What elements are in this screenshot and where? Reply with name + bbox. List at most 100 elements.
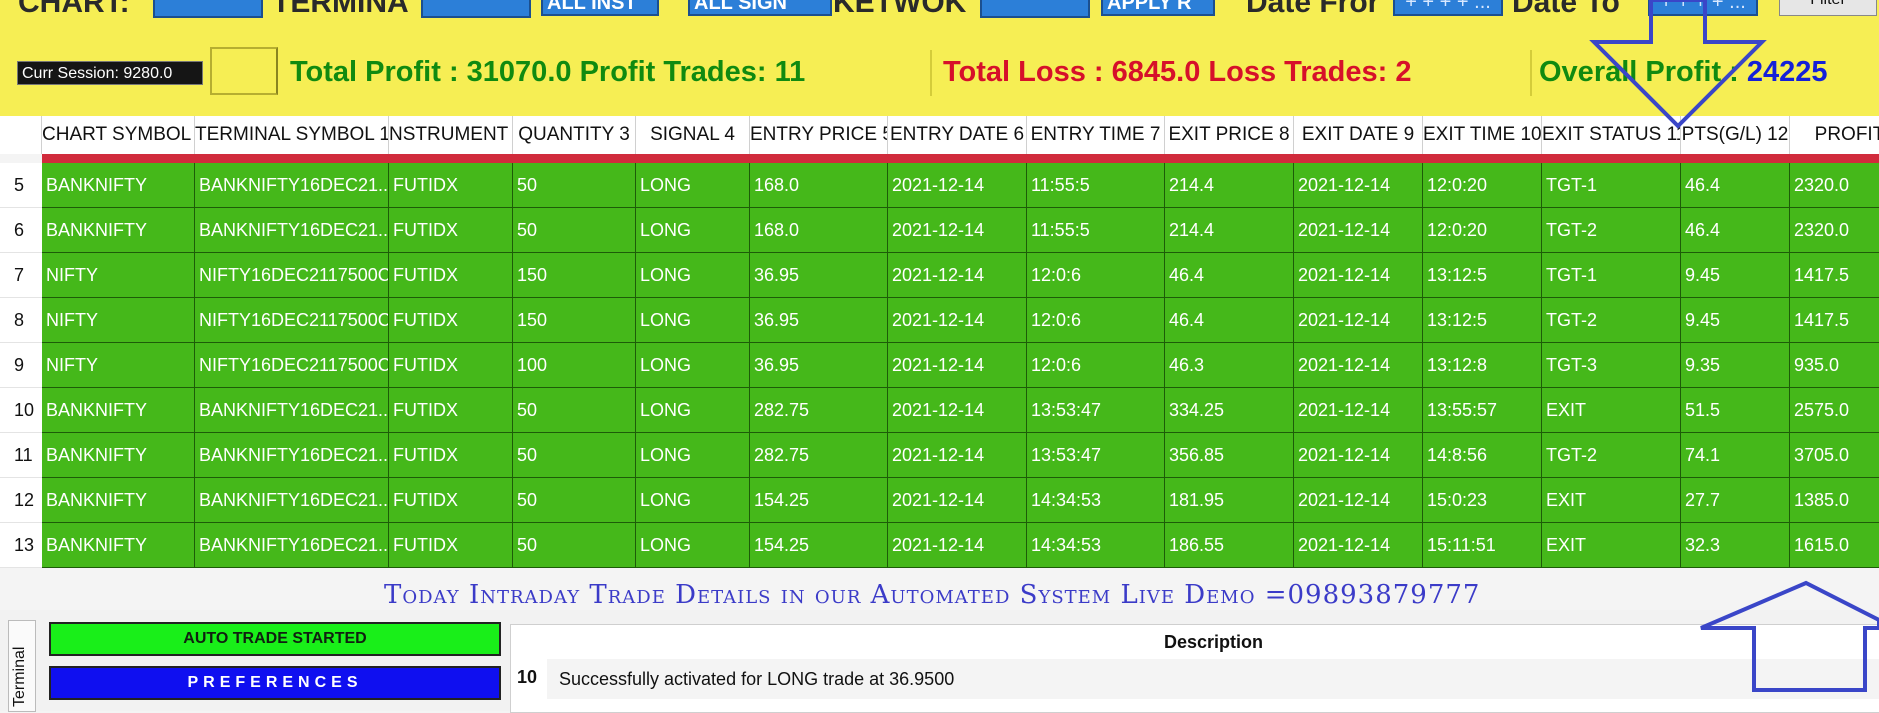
- table-cell: 50: [513, 208, 636, 253]
- table-cell: LONG: [636, 298, 750, 343]
- column-header[interactable]: EXIT TIME 10: [1423, 116, 1542, 154]
- table-cell: 15:11:51: [1423, 523, 1542, 568]
- table-cell: 1385.0: [1790, 478, 1879, 523]
- table-cell: 74.1: [1681, 433, 1790, 478]
- table-cell: 935.0: [1790, 343, 1879, 388]
- column-header[interactable]: TERMINAL SYMBOL 1: [195, 116, 389, 154]
- table-row[interactable]: BANKNIFTY BANKNIFTY16DEC21... FUTIDX 50 LONG…: [42, 433, 1879, 478]
- chart-label: CHART:: [18, 0, 130, 19]
- table-cell: 32.3: [1681, 523, 1790, 568]
- row-number: 12: [0, 478, 42, 523]
- table-row[interactable]: NIFTY NIFTY16DEC2117500CE FUTIDX 100 LONG 36.…: [42, 343, 1879, 388]
- table-cell: EXIT: [1542, 523, 1681, 568]
- table-cell: TGT-3: [1542, 343, 1681, 388]
- table-row[interactable]: NIFTY NIFTY16DEC2117500CE FUTIDX 150 LONG 36.…: [42, 298, 1879, 343]
- filter-button[interactable]: Filter: [1779, 0, 1877, 16]
- column-header[interactable]: PROFIT: [1790, 116, 1879, 154]
- total-profit-summary: Total Profit : 31070.0 Profit Trades: 11: [290, 55, 805, 89]
- table-cell: 100: [513, 343, 636, 388]
- table-cell: NIFTY: [42, 343, 195, 388]
- table-cell: 150: [513, 298, 636, 343]
- table-cell: LONG: [636, 523, 750, 568]
- table-cell: 12:0:20: [1423, 163, 1542, 208]
- table-cell: 356.85: [1165, 433, 1294, 478]
- total-profit-label: Total Profit :: [290, 56, 459, 88]
- table-cell: BANKNIFTY16DEC21...: [195, 478, 389, 523]
- table-cell: 12:0:20: [1423, 208, 1542, 253]
- table-cell: 282.75: [750, 433, 888, 478]
- column-header[interactable]: PTS(G/L) 12: [1681, 116, 1790, 154]
- table-row[interactable]: BANKNIFTY BANKNIFTY16DEC21... FUTIDX 50 LONG…: [42, 388, 1879, 433]
- table-cell: BANKNIFTY: [42, 388, 195, 433]
- table-cell: LONG: [636, 163, 750, 208]
- table-cell: 11:55:5: [1027, 163, 1165, 208]
- table-cell: NIFTY16DEC2117500CE: [195, 343, 389, 388]
- table-row[interactable]: BANKNIFTY BANKNIFTY16DEC21... FUTIDX 50 LONG…: [42, 163, 1879, 208]
- table-cell: FUTIDX: [389, 388, 513, 433]
- table-row[interactable]: BANKNIFTY BANKNIFTY16DEC21... FUTIDX 50 LONG…: [42, 523, 1879, 568]
- log-row-text: Successfully activated for LONG trade at…: [547, 659, 1879, 699]
- table-cell: 2021-12-14: [888, 298, 1027, 343]
- column-header[interactable]: ENTRY PRICE 5: [750, 116, 888, 154]
- table-cell: 13:53:47: [1027, 433, 1165, 478]
- terminal-symbol-select[interactable]: [421, 0, 531, 18]
- table-cell: 1417.5: [1790, 253, 1879, 298]
- table-cell: 51.5: [1681, 388, 1790, 433]
- table-cell: 2021-12-14: [888, 163, 1027, 208]
- column-header[interactable]: CHART SYMBOL 0: [42, 116, 195, 154]
- table-cell: 3705.0: [1790, 433, 1879, 478]
- date-to-picker[interactable]: + + + + ...: [1648, 0, 1758, 16]
- terminal-label: TERMINA: [272, 0, 409, 19]
- table-cell: TGT-2: [1542, 298, 1681, 343]
- network-select[interactable]: [980, 0, 1090, 18]
- table-row[interactable]: BANKNIFTY BANKNIFTY16DEC21... FUTIDX 50 LONG…: [42, 208, 1879, 253]
- session-button[interactable]: [210, 47, 278, 95]
- table-cell: LONG: [636, 388, 750, 433]
- profit-trades-label: Profit Trades:: [579, 56, 767, 88]
- table-cell: 334.25: [1165, 388, 1294, 433]
- column-header[interactable]: QUANTITY 3: [513, 116, 636, 154]
- table-cell: 186.55: [1165, 523, 1294, 568]
- signal-select[interactable]: ALL SIGN: [688, 0, 832, 16]
- table-cell: NIFTY16DEC2117500CE: [195, 253, 389, 298]
- table-cell: 12:0:6: [1027, 298, 1165, 343]
- table-cell: FUTIDX: [389, 253, 513, 298]
- table-row[interactable]: NIFTY NIFTY16DEC2117500CE FUTIDX 150 LONG 36.…: [42, 253, 1879, 298]
- column-header[interactable]: NSTRUMENT 2: [389, 116, 513, 154]
- apply-select[interactable]: APPLY R: [1101, 0, 1215, 16]
- terminal-tab[interactable]: Terminal: [8, 620, 36, 712]
- table-cell: 14:8:56: [1423, 433, 1542, 478]
- table-cell: 46.4: [1681, 163, 1790, 208]
- column-header[interactable]: EXIT DATE 9: [1294, 116, 1423, 154]
- table-cell: 36.95: [750, 343, 888, 388]
- table-cell: 12:0:6: [1027, 343, 1165, 388]
- column-header[interactable]: ENTRY DATE 6: [888, 116, 1027, 154]
- table-row[interactable]: BANKNIFTY BANKNIFTY16DEC21... FUTIDX 50 LONG…: [42, 478, 1879, 523]
- table-cell: 2575.0: [1790, 388, 1879, 433]
- table-cell: EXIT: [1542, 388, 1681, 433]
- table-cell: 13:12:5: [1423, 253, 1542, 298]
- table-cell: TGT-2: [1542, 208, 1681, 253]
- table-cell: BANKNIFTY16DEC21...: [195, 208, 389, 253]
- column-header[interactable]: EXIT STATUS 11: [1542, 116, 1681, 154]
- table-cell: 150: [513, 253, 636, 298]
- grid-corner: [0, 116, 42, 154]
- date-from-picker[interactable]: + + + + ...: [1393, 0, 1503, 16]
- total-loss-label: Total Loss :: [943, 56, 1104, 88]
- table-cell: FUTIDX: [389, 163, 513, 208]
- table-cell: 214.4: [1165, 163, 1294, 208]
- preferences-button[interactable]: PREFERENCES: [49, 666, 501, 700]
- table-cell: BANKNIFTY16DEC21...: [195, 433, 389, 478]
- description-header: Description: [547, 625, 1879, 660]
- instrument-select[interactable]: ALL INST: [541, 0, 659, 16]
- table-cell: LONG: [636, 208, 750, 253]
- column-header[interactable]: EXIT PRICE 8: [1165, 116, 1294, 154]
- table-cell: 46.3: [1165, 343, 1294, 388]
- chart-symbol-select[interactable]: [153, 0, 263, 18]
- table-cell: 36.95: [750, 298, 888, 343]
- column-header[interactable]: ENTRY TIME 7: [1027, 116, 1165, 154]
- table-cell: 9.35: [1681, 343, 1790, 388]
- table-cell: 2021-12-14: [888, 253, 1027, 298]
- column-header[interactable]: SIGNAL 4: [636, 116, 750, 154]
- auto-trade-button[interactable]: AUTO TRADE STARTED: [49, 622, 501, 656]
